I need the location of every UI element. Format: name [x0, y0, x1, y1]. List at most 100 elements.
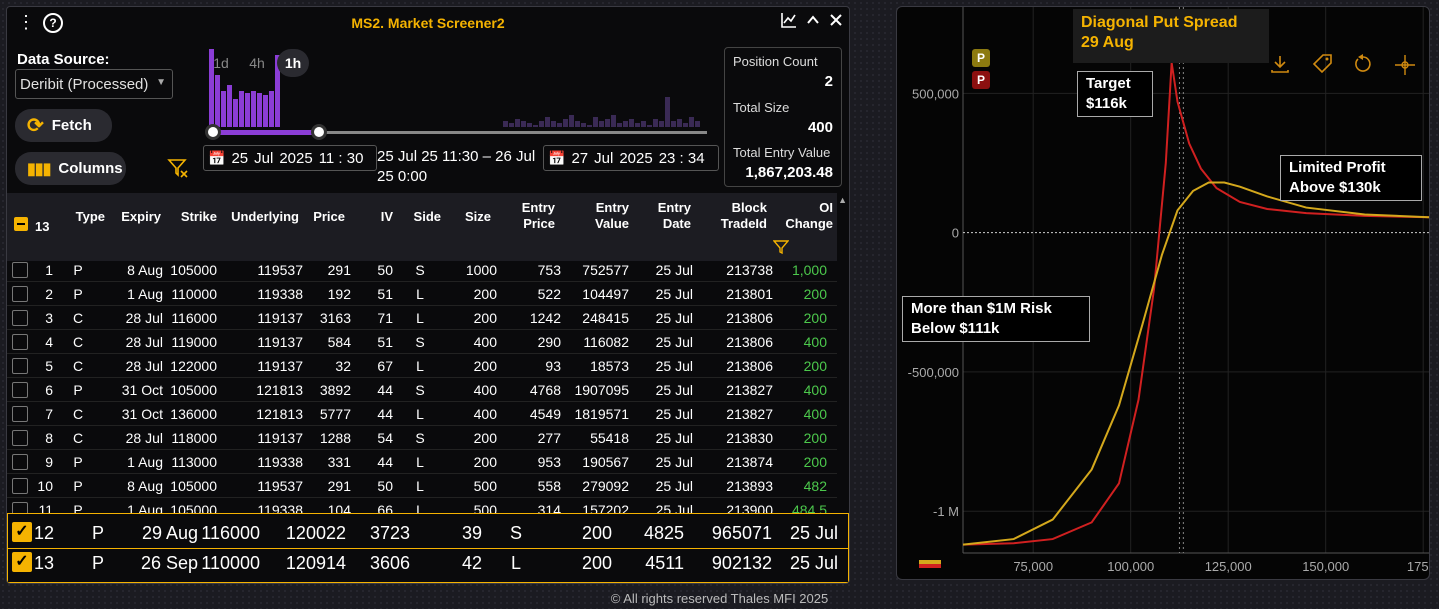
cell-size: 500 [473, 478, 497, 494]
selected-cell: L [510, 553, 521, 573]
row-checkbox[interactable] [12, 334, 28, 350]
tag-icon[interactable] [1311, 53, 1335, 81]
timeframe-1h[interactable]: 1h [277, 49, 309, 77]
timeframe-4h[interactable]: 4h [241, 49, 273, 77]
calendar-icon: 📅 [208, 149, 226, 166]
scroll-up-icon[interactable]: ▲ [838, 195, 847, 205]
row-checkbox[interactable] [12, 262, 28, 278]
cell-side: L [416, 286, 424, 302]
col-size[interactable]: Size [451, 209, 491, 225]
table-row[interactable]: 1 P 8 Aug 105000 119537 291 50 S 1000 753 752577 25… [7, 258, 837, 282]
table-row[interactable]: 6 P 31 Oct 105000 121813 3892 44 S 400 4768 190709… [7, 378, 837, 402]
data-source-select[interactable]: Deribit (Processed) ▼ [15, 69, 173, 99]
col-strike[interactable]: Strike [167, 209, 217, 225]
row-checkbox[interactable] [12, 286, 28, 302]
cell-price: 1288 [319, 430, 351, 446]
col-price[interactable]: Price [301, 209, 345, 225]
target-callout-line1: Target [1086, 75, 1131, 92]
selected-cell: 25 Jul [789, 523, 838, 543]
strategy-title: Diagonal Put Spread 29 Aug [1073, 9, 1269, 63]
row-checkbox[interactable] [12, 382, 28, 398]
cell-side: L [416, 310, 424, 326]
cell-iv: 44 [377, 382, 393, 398]
cell-entry-date: 25 Jul [655, 286, 693, 302]
position-count-value: 2 [824, 73, 833, 90]
x-tick-label: 75,000 [1013, 559, 1053, 574]
table-row[interactable]: 9 P 1 Aug 113000 119338 331 44 L 200 953 190567 25 … [7, 450, 837, 474]
table-row[interactable]: 2 P 1 Aug 110000 119338 192 51 L 200 522 104497 25 … [7, 282, 837, 306]
row-checkbox-checked[interactable]: ✓ [12, 552, 32, 572]
col-underlying[interactable]: Underlying [221, 209, 299, 225]
col-block-tradeid[interactable]: Block TradeId [707, 200, 767, 232]
selected-cell: S [509, 523, 522, 543]
table-row[interactable]: 3 C 28 Jul 116000 119137 3163 71 L 200 1242 248415… [7, 306, 837, 330]
cell-side: S [415, 430, 425, 446]
cell-type: P [73, 454, 83, 470]
row-checkbox-checked[interactable]: ✓ [12, 522, 32, 542]
cell-expiry: 8 Aug [127, 478, 163, 494]
table-row[interactable]: 8 C 28 Jul 118000 119137 1288 54 S 200 277 55418 25… [7, 426, 837, 450]
col-entry-price[interactable]: Entry Price [513, 200, 555, 232]
selected-cell: 110000 [201, 553, 260, 573]
total-entry-value-label: Total Entry Value [733, 145, 831, 160]
selected-row[interactable]: ✓ 12 P 29 Aug 116000 120022 3723 39 S 200 4825 9650… [8, 518, 849, 548]
cell-entry-value: 116082 [583, 334, 629, 350]
cell-index: 5 [45, 358, 53, 374]
row-checkbox[interactable] [12, 454, 28, 470]
end-year: 2025 [619, 149, 653, 167]
col-oi-change[interactable]: OI Change [775, 200, 833, 232]
cell-entry-date: 25 Jul [655, 454, 693, 470]
cell-oi-change: 1,000 [791, 262, 827, 278]
row-checkbox[interactable] [12, 478, 28, 494]
cell-iv: 44 [377, 406, 393, 422]
close-icon[interactable] [829, 13, 843, 32]
columns-icon: ▮▮▮ [27, 160, 51, 178]
data-source-value: Deribit (Processed) [20, 76, 149, 93]
table-row[interactable]: 4 C 28 Jul 119000 119137 584 51 S 400 290 116082 25… [7, 330, 837, 354]
cell-underlying: 119137 [257, 430, 303, 446]
table-row[interactable]: 5 C 28 Jul 122000 119137 32 67 L 200 93 18573 25 Ju… [7, 354, 837, 378]
cell-block-tradeid: 213801 [726, 286, 773, 302]
select-all-checkbox[interactable] [14, 217, 28, 231]
chart-icon[interactable] [781, 12, 797, 33]
filter-clear-icon[interactable] [167, 157, 189, 184]
reset-icon[interactable] [1352, 53, 1374, 81]
start-datetime-field[interactable]: 📅 25 Jul 2025 11 : 30 [203, 145, 377, 171]
col-iv[interactable]: IV [357, 209, 393, 225]
col-entry-date[interactable]: Entry Date [647, 200, 691, 232]
table-row[interactable]: 10 P 8 Aug 105000 119537 291 50 L 500 558 279092 25… [7, 474, 837, 498]
slider-start-handle[interactable] [205, 124, 221, 140]
row-checkbox[interactable] [12, 406, 28, 422]
col-type[interactable]: Type [69, 209, 105, 225]
row-checkbox[interactable] [12, 310, 28, 326]
selected-cell: 120022 [285, 523, 346, 543]
table-row[interactable]: 7 C 31 Oct 136000 121813 5777 44 L 400 4549 181957… [7, 402, 837, 426]
selected-row[interactable]: ✓ 13 P 26 Sep 110000 120914 3606 42 L 200 4511 9021… [8, 548, 849, 578]
col-expiry[interactable]: Expiry [111, 209, 161, 225]
selected-cell: 25 Jul [789, 553, 838, 573]
fetch-button[interactable]: ⟳ Fetch [15, 109, 112, 142]
end-datetime-field[interactable]: 📅 27 Jul 2025 23 : 34 [543, 145, 719, 171]
legend-swatch[interactable] [919, 560, 941, 568]
selected-cell: 4825 [643, 523, 684, 543]
collapse-icon[interactable] [806, 13, 820, 32]
cell-oi-change: 200 [803, 430, 827, 446]
col-entry-value[interactable]: Entry Value [577, 200, 629, 232]
legend-p-yellow[interactable]: P [972, 49, 990, 67]
start-day: 25 [231, 149, 249, 167]
cell-iv: 50 [377, 262, 393, 278]
cell-index: 1 [45, 262, 53, 278]
legend-p-red[interactable]: P [972, 71, 990, 89]
cell-entry-date: 25 Jul [655, 406, 693, 422]
cell-type: P [73, 382, 83, 398]
slider-end-handle[interactable] [311, 124, 327, 140]
download-icon[interactable] [1269, 53, 1291, 81]
row-checkbox[interactable] [12, 430, 28, 446]
row-checkbox[interactable] [12, 358, 28, 374]
col-side[interactable]: Side [405, 209, 441, 225]
crosshair-icon[interactable] [1393, 53, 1417, 83]
column-filter-icon[interactable] [772, 239, 790, 258]
date-range-slider[interactable] [205, 123, 709, 143]
timeframe-1d[interactable]: 1d [205, 49, 237, 77]
columns-button[interactable]: ▮▮▮ Columns [15, 152, 126, 185]
